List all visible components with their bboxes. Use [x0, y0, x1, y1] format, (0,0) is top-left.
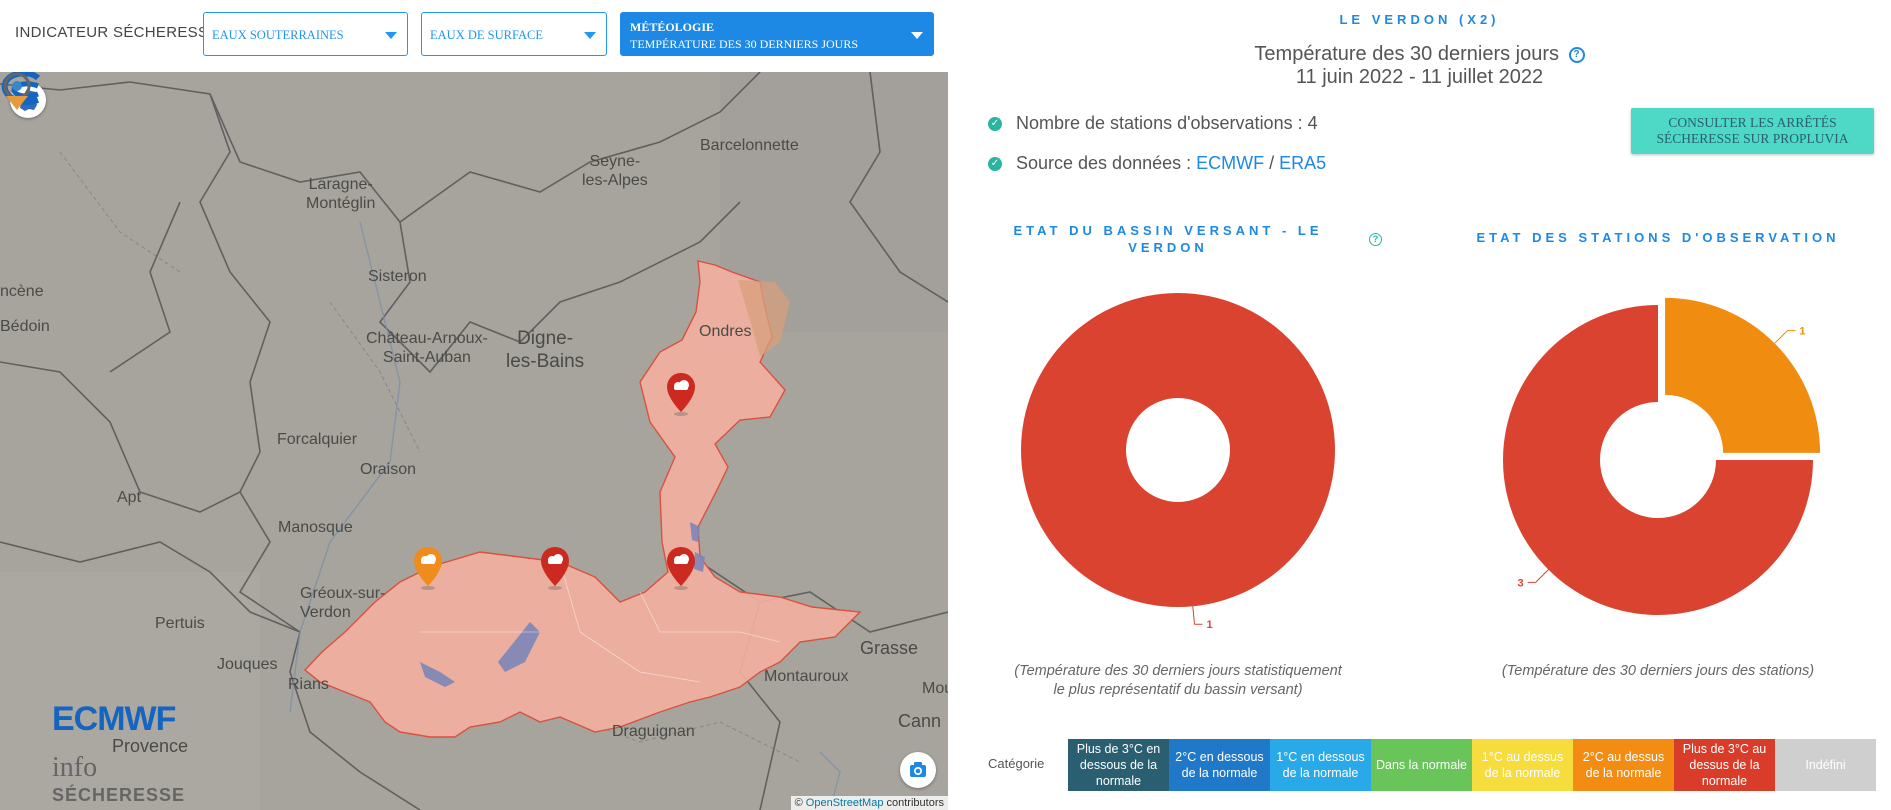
pie-slice[interactable] — [1665, 297, 1821, 453]
legend-item: 2°C en dessous de la normale — [1169, 739, 1270, 791]
ecmwf-link[interactable]: ECMWF — [1196, 153, 1264, 173]
map-label-seyne: Seyne- les-Alpes — [582, 153, 648, 189]
pie-leader-line — [1527, 569, 1549, 583]
category-legend: Plus de 3°C en dessous de la normale 2°C … — [1068, 739, 1876, 791]
help-icon[interactable]: ? — [1568, 46, 1585, 63]
openstreetmap-link[interactable]: OpenStreetMap — [806, 797, 884, 809]
map-label-forcalquier: Forcalquier — [277, 431, 358, 448]
map-label-chateau-arnoux: Château-Arnoux- Saint-Auban — [366, 330, 488, 366]
map-label-sisteron: Sisteron — [368, 268, 427, 285]
legend-item: Plus de 3°C au dessus de la normale — [1674, 739, 1775, 791]
stations-chart-title: ETAT DES STATIONS D'OBSERVATION — [1476, 230, 1840, 245]
propluvia-button[interactable]: CONSULTER LES ARRÊTÉS SÉCHERESSE SUR PRO… — [1631, 108, 1874, 154]
station-marker-red[interactable] — [539, 546, 571, 591]
info-secheresse-logo-info: info — [52, 752, 98, 783]
basin-chart-caption: (Température des 30 derniers jours stati… — [1014, 663, 1342, 698]
map-label-cannes: Cann — [898, 711, 942, 731]
map-label-grasse: Grasse — [860, 638, 919, 658]
map-label-provence: Provence — [112, 736, 189, 756]
map-label-laragne: Laragne- Montéglin — [306, 176, 376, 212]
chevron-down-icon — [584, 32, 596, 39]
meteorology-selector-value: TEMPÉRATURE DES 30 DERNIERS JOURS — [630, 37, 859, 51]
chevron-down-icon — [385, 32, 397, 39]
stations-count-label: Nombre de stations d'observations : 4 — [1016, 113, 1318, 133]
legend-item: 1°C en dessous de la normale — [1270, 739, 1371, 791]
meteorology-selector[interactable]: MÉTÉOLOGIE TEMPÉRATURE DES 30 DERNIERS J… — [620, 12, 934, 56]
map-label-partial: ncène — [0, 283, 44, 300]
legend-item: Dans la normale — [1371, 739, 1472, 791]
pie-value-label: 1 — [1799, 326, 1805, 338]
era5-link[interactable]: ERA5 — [1279, 153, 1326, 173]
attribution-prefix: © — [794, 797, 803, 809]
check-circle-icon: ✓ — [988, 117, 1002, 132]
map-label-ondres: Ondres — [699, 323, 752, 340]
date-range: 11 juin 2022 - 11 juillet 2022 — [1295, 66, 1544, 88]
stations-count-row: ✓ Nombre de stations d'observations : 4 — [988, 113, 1318, 134]
charts-area: 1 1 3 — [1021, 293, 1821, 631]
pie-leader-line — [1774, 330, 1796, 344]
basin-title: LE VERDON (X2) — [1339, 12, 1500, 27]
help-icon[interactable]: ? — [1369, 229, 1382, 246]
surface-water-selector[interactable]: EAUX DE SURFACE — [421, 12, 607, 56]
map-label-manosque: Manosque — [278, 519, 353, 536]
camera-icon — [910, 762, 926, 777]
pie-slice[interactable] — [1021, 293, 1335, 607]
data-source-row: ✓ Source des données : ECMWF / ERA5 — [988, 153, 1326, 174]
surface-water-selector-label: EAUX DE SURFACE — [430, 28, 543, 42]
map-label-barcelonnette: Barcelonnette — [700, 137, 799, 154]
map-label-draguignan: Draguignan — [612, 723, 695, 740]
legend-item: 2°C au dessus de la normale — [1573, 739, 1674, 791]
check-circle-icon: ✓ — [988, 157, 1002, 172]
basin-info-panel: LE VERDON (X2) Température des 30 dernie… — [948, 0, 1891, 810]
page-title-text: Température des 30 derniers jours — [1254, 43, 1560, 65]
station-marker-red[interactable] — [665, 372, 697, 417]
data-source-label: Source des données : — [1016, 153, 1192, 173]
screenshot-button[interactable] — [900, 752, 936, 788]
indicator-label: INDICATEUR SÉCHERESSE : — [15, 24, 228, 41]
legend-item: Indéfini — [1775, 739, 1876, 791]
info-secheresse-logo-text: SÉCHERESSE — [52, 785, 186, 805]
chevron-down-icon — [911, 32, 923, 39]
pie-value-label: 1 — [1206, 619, 1212, 631]
groundwater-selector[interactable]: EAUX SOUTERRAINES — [203, 12, 408, 56]
pie-value-label: 3 — [1518, 577, 1524, 589]
map-label-mougins: Mougin — [922, 680, 948, 697]
indicator-toolbar: INDICATEUR SÉCHERESSE : EAUX SOUTERRAINE… — [0, 0, 948, 72]
legend-item: 1°C au dessus de la normale — [1472, 739, 1573, 791]
basin-chart-title: ETAT DU BASSIN VERSANT - LE VERDON — [1008, 222, 1328, 256]
pie-leader-line — [1192, 606, 1203, 625]
legend-label: Catégorie — [988, 756, 1045, 771]
ecmwf-logo: ECMWF — [52, 700, 176, 738]
help-circle-icon: ? — [1369, 233, 1382, 246]
basin-chart-title-text: ETAT DU BASSIN VERSANT - LE VERDON — [1013, 223, 1323, 255]
map-view[interactable]: Barcelonnette Seyne- les-Alpes Laragne- … — [0, 72, 948, 810]
map-label-oraison: Oraison — [360, 461, 417, 478]
map-label-bedoin: Bédoin — [0, 318, 50, 335]
map-label-jouques: Jouques — [217, 656, 278, 673]
groundwater-selector-label: EAUX SOUTERRAINES — [212, 28, 344, 42]
map-label-digne: Digne- les-Bains — [506, 328, 585, 372]
attribution-suffix: contributors — [886, 797, 944, 809]
station-marker-red[interactable] — [665, 546, 697, 591]
map-attribution: © OpenStreetMap contributors — [790, 796, 948, 810]
map-label-greoux: Gréoux-sur- Verdon — [300, 585, 386, 621]
legend-item: Plus de 3°C en dessous de la normale — [1068, 739, 1169, 791]
meteorology-selector-title: MÉTÉOLOGIE — [630, 20, 715, 34]
map-label-rians: Rians — [288, 676, 329, 693]
page-title: Température des 30 derniers jours ? — [948, 43, 1891, 66]
map-label-apt: Apt — [117, 489, 142, 506]
info-secheresse-logo-icon — [3, 72, 31, 110]
source-separator: / — [1269, 153, 1275, 173]
station-marker-orange[interactable] — [412, 546, 444, 591]
map-label-pertuis: Pertuis — [155, 615, 205, 632]
map-label-montauroux: Montauroux — [764, 668, 849, 685]
stations-chart-caption: (Température des 30 derniers jours des s… — [1501, 663, 1815, 679]
